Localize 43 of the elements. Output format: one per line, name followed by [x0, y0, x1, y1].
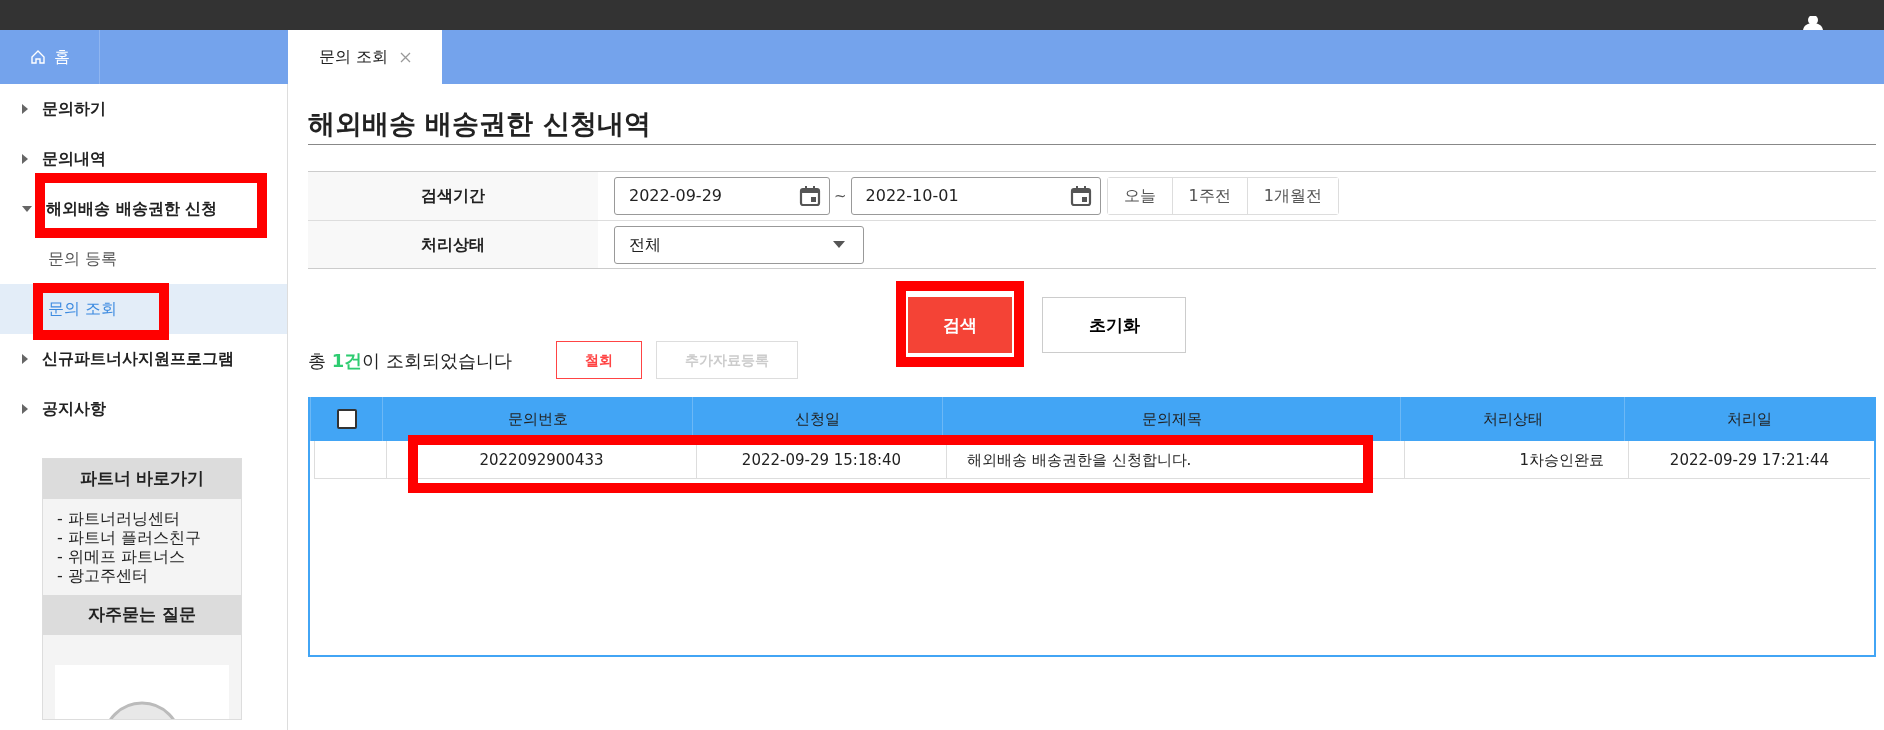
- home-label: 홈: [53, 46, 70, 68]
- range-separator: ~: [834, 186, 847, 208]
- reset-button[interactable]: 초기화: [1042, 297, 1186, 354]
- menu-label: 신규파트너사지원프로그램: [42, 348, 234, 370]
- field-label: 처리상태: [308, 221, 598, 269]
- page-tab[interactable]: 문의 조회: [288, 30, 442, 84]
- menu-item[interactable]: 문의하기: [0, 84, 287, 134]
- menu-item[interactable]: 문의내역: [0, 134, 287, 184]
- table-cell: 2022092900433: [386, 441, 696, 479]
- search-button[interactable]: 검색: [908, 297, 1012, 354]
- partner-link[interactable]: - 위메프 파트너스: [57, 546, 227, 567]
- menu-item[interactable]: 공지사항: [0, 384, 287, 434]
- column-header[interactable]: 처리상태: [1400, 397, 1624, 442]
- menu-item[interactable]: 해외배송 배송권한 신청: [0, 184, 287, 234]
- column-header[interactable]: 문의번호: [382, 397, 692, 442]
- table-cell: 2022-09-29 15:18:40: [696, 441, 946, 479]
- field-label: 검색기간: [308, 172, 598, 221]
- panel-heading: 파트너 바로가기: [43, 459, 241, 499]
- partner-link[interactable]: - 파트너러닝센터: [57, 508, 227, 528]
- column-header[interactable]: 처리일: [1624, 397, 1874, 442]
- table-cell: 2022-09-29 17:21:44: [1628, 441, 1870, 479]
- partner-link[interactable]: - 광고주센터: [57, 566, 227, 586]
- menu-label: 해외배송 배송권한 신청: [46, 198, 218, 220]
- page-title: 해외배송 배송권한 신청내역: [308, 108, 1876, 146]
- submenu-label: 문의 조회: [48, 298, 118, 320]
- table-cell: 해외배송 배송권한을 신청합니다.: [946, 441, 1404, 479]
- table-cell: 1차승인완료: [1404, 441, 1628, 479]
- menu-label: 문의내역: [42, 148, 106, 170]
- result-count: 총 1건이 조회되었습니다: [308, 348, 512, 373]
- date-field[interactable]: 2022-09-29: [614, 177, 830, 216]
- menu-label: 문의하기: [42, 98, 106, 120]
- submenu-item[interactable]: 문의 등록: [0, 234, 287, 284]
- range-button[interactable]: 1개월전: [1246, 178, 1338, 215]
- panel-heading: 자주묻는 질문: [43, 595, 241, 635]
- date-field[interactable]: 2022-10-01: [850, 177, 1101, 216]
- partner-link[interactable]: - 파트너 플러스친구: [57, 527, 227, 547]
- menu-label: 공지사항: [42, 398, 106, 420]
- status-dropdown[interactable]: 전체: [614, 225, 864, 264]
- menu-item[interactable]: 신규파트너사지원프로그램: [0, 334, 287, 384]
- column-header[interactable]: 신청일: [692, 397, 942, 442]
- submenu-label: 문의 등록: [48, 248, 118, 270]
- tab-label: 문의 조회: [318, 46, 389, 68]
- column-header[interactable]: 문의제목: [942, 397, 1400, 442]
